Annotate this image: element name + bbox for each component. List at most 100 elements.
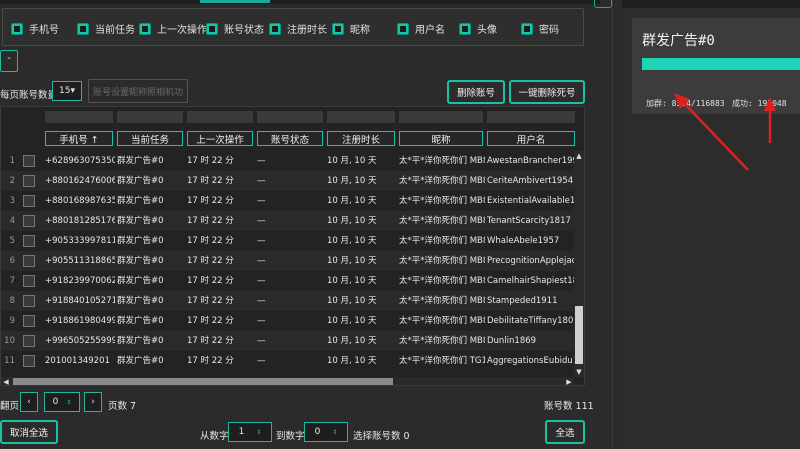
table-row[interactable]: 9 +918861980499 群发广告#0 17 时 22 分 — 10 月, 10 天… xyxy=(1,311,576,331)
table-row[interactable]: 3 +8801689876351 群发广告#0 17 时 22 分 — 10 月, 10 … xyxy=(1,191,576,211)
checkbox-icon[interactable] xyxy=(206,22,218,35)
cell-task: 群发广告#0 xyxy=(117,176,164,186)
row-number: 5 xyxy=(9,236,15,246)
from-number-input[interactable]: 1 ⇕ xyxy=(228,422,272,442)
filter-input[interactable] xyxy=(187,111,253,123)
vertical-scrollbar[interactable]: ▲ ▼ xyxy=(574,151,584,377)
set-nickname-button[interactable]: 账号设置昵称照相机功 xyxy=(88,79,188,103)
filter-input[interactable] xyxy=(487,111,575,123)
checkbox-icon[interactable] xyxy=(269,22,281,35)
checkbox-icon[interactable] xyxy=(397,22,409,35)
row-checkbox[interactable] xyxy=(23,295,35,307)
cell-last: 17 时 22 分 xyxy=(187,216,234,226)
cell-dur: 10 月, 10 天 xyxy=(327,356,377,366)
column-toggle-reg-duration[interactable]: 注册时长 xyxy=(269,21,327,36)
spin-arrows-icon[interactable]: ⇕ xyxy=(66,399,71,406)
checkbox-icon[interactable] xyxy=(139,22,151,35)
row-number: 1 xyxy=(9,156,15,166)
header-status[interactable]: 账号状态 xyxy=(257,131,323,146)
header-phone[interactable]: 手机号 ↑ xyxy=(45,131,113,146)
accounts-table: 手机号 ↑ 当前任务 上一次操作 账号状态 注册时长 昵称 用户名 1 +6289… xyxy=(0,106,585,386)
header-task[interactable]: 当前任务 xyxy=(117,131,183,146)
header-reg-duration[interactable]: 注册时长 xyxy=(327,131,395,146)
row-checkbox[interactable] xyxy=(23,315,35,327)
column-toggle-avatar[interactable]: 头像 xyxy=(459,21,497,36)
to-number-input[interactable]: 0 ⇕ xyxy=(304,422,348,442)
column-toggle-phone[interactable]: 手机号 xyxy=(11,21,59,36)
table-row[interactable]: 4 +8801812851764 群发广告#0 17 时 22 分 — 10 月, 10 … xyxy=(1,211,576,231)
horizontal-scrollbar[interactable]: ◀ ▶ xyxy=(1,377,574,385)
checkbox-icon[interactable] xyxy=(11,22,23,35)
cell-status: — xyxy=(257,356,266,366)
table-row[interactable]: 5 +905333997811 群发广告#0 17 时 22 分 — 10 月, 10 天… xyxy=(1,231,576,251)
minus-button[interactable]: - xyxy=(0,50,18,72)
scroll-thumb[interactable] xyxy=(13,378,393,385)
checkbox-icon[interactable] xyxy=(332,22,344,35)
column-toggle-nickname[interactable]: 昵称 xyxy=(332,21,370,36)
table-row[interactable]: 8 +918840105271 群发广告#0 17 时 22 分 — 10 月, 10 天… xyxy=(1,291,576,311)
prev-page-button[interactable]: ‹ xyxy=(20,392,38,412)
spin-arrows-icon[interactable]: ⇕ xyxy=(332,429,337,436)
header-nickname[interactable]: 昵称 xyxy=(399,131,483,146)
table-row[interactable]: 2 +8801624760063 群发广告#0 17 时 22 分 — 10 月, 10 … xyxy=(1,171,576,191)
table-row[interactable]: 1 +6289630753504 群发广告#0 17 时 22 分 — 10 月, 10 … xyxy=(1,151,576,171)
table-row[interactable]: 7 +918239970062 群发广告#0 17 时 22 分 — 10 月, 10 天… xyxy=(1,271,576,291)
cell-dur: 10 月, 10 天 xyxy=(327,276,377,286)
header-username[interactable]: 用户名 xyxy=(487,131,575,146)
checkbox-icon[interactable] xyxy=(521,22,533,35)
delete-dead-accounts-button[interactable]: 一键删除死号 xyxy=(509,80,585,104)
collapse-button[interactable] xyxy=(594,0,612,8)
cell-phone: +6289630753504 xyxy=(45,156,115,166)
filter-input[interactable] xyxy=(399,111,483,123)
row-checkbox[interactable] xyxy=(23,255,35,267)
row-checkbox[interactable] xyxy=(23,235,35,247)
row-checkbox[interactable] xyxy=(23,175,35,187)
delete-accounts-button[interactable]: 删除账号 xyxy=(447,80,505,104)
checkbox-icon[interactable] xyxy=(459,22,471,35)
spin-arrows-icon[interactable]: ⇕ xyxy=(256,429,261,436)
scroll-down-icon[interactable]: ▼ xyxy=(574,367,584,377)
row-checkbox[interactable] xyxy=(23,215,35,227)
row-number: 10 xyxy=(4,336,15,346)
page-size-select[interactable]: 15▾ xyxy=(52,81,82,101)
column-visibility-panel: 手机号 当前任务 上一次操作 账号状态 注册时长 昵称 用户名 头像 密码 xyxy=(2,8,584,46)
cell-phone: +8801624760063 xyxy=(45,176,115,186)
cell-status: — xyxy=(257,296,266,306)
scroll-thumb[interactable] xyxy=(575,306,583,364)
row-checkbox[interactable] xyxy=(23,155,35,167)
column-toggle-last-op[interactable]: 上一次操作 xyxy=(139,21,207,36)
row-checkbox[interactable] xyxy=(23,195,35,207)
cell-nick: 太*平*洋你死你们 MB8 xyxy=(399,176,485,186)
row-checkbox[interactable] xyxy=(23,355,35,367)
cell-last: 17 时 22 分 xyxy=(187,276,234,286)
scroll-left-icon[interactable]: ◀ xyxy=(1,377,11,385)
cell-nick: 太*平*洋你死你们 MB8 xyxy=(399,236,485,246)
next-page-button[interactable]: › xyxy=(84,392,102,412)
filter-input[interactable] xyxy=(327,111,395,123)
select-all-button[interactable]: 全选 xyxy=(545,420,585,444)
column-toggle-username[interactable]: 用户名 xyxy=(397,21,445,36)
filter-input[interactable] xyxy=(117,111,183,123)
row-checkbox[interactable] xyxy=(23,335,35,347)
page-number-input[interactable]: 0 ⇕ xyxy=(44,392,80,412)
table-header: 手机号 ↑ 当前任务 上一次操作 账号状态 注册时长 昵称 用户名 xyxy=(1,131,584,148)
filter-input[interactable] xyxy=(257,111,323,123)
table-row[interactable]: 11 201001349201 群发广告#0 17 时 22 分 — 10 月, 10 天… xyxy=(1,351,576,371)
cell-nick: 太*平*洋你死你们 MB8 xyxy=(399,316,485,326)
cell-phone: +996505255999 xyxy=(45,336,115,346)
cell-task: 群发广告#0 xyxy=(117,276,164,286)
header-last-op[interactable]: 上一次操作 xyxy=(187,131,253,146)
column-toggle-task[interactable]: 当前任务 xyxy=(77,21,135,36)
scroll-up-icon[interactable]: ▲ xyxy=(574,151,584,161)
table-row[interactable]: 6 +905511318865 群发广告#0 17 时 22 分 — 10 月, 10 天… xyxy=(1,251,576,271)
column-toggle-password[interactable]: 密码 xyxy=(521,21,559,36)
table-row[interactable]: 10 +996505255999 群发广告#0 17 时 22 分 — 10 月, 10 … xyxy=(1,331,576,351)
filter-input[interactable] xyxy=(45,111,113,123)
row-checkbox[interactable] xyxy=(23,275,35,287)
row-number: 6 xyxy=(9,256,15,266)
scroll-right-icon[interactable]: ▶ xyxy=(564,377,574,385)
checkbox-icon[interactable] xyxy=(77,22,89,35)
column-toggle-status[interactable]: 账号状态 xyxy=(206,21,264,36)
chevron-left-icon: ‹ xyxy=(27,397,31,407)
deselect-all-button[interactable]: 取消全选 xyxy=(0,420,58,444)
